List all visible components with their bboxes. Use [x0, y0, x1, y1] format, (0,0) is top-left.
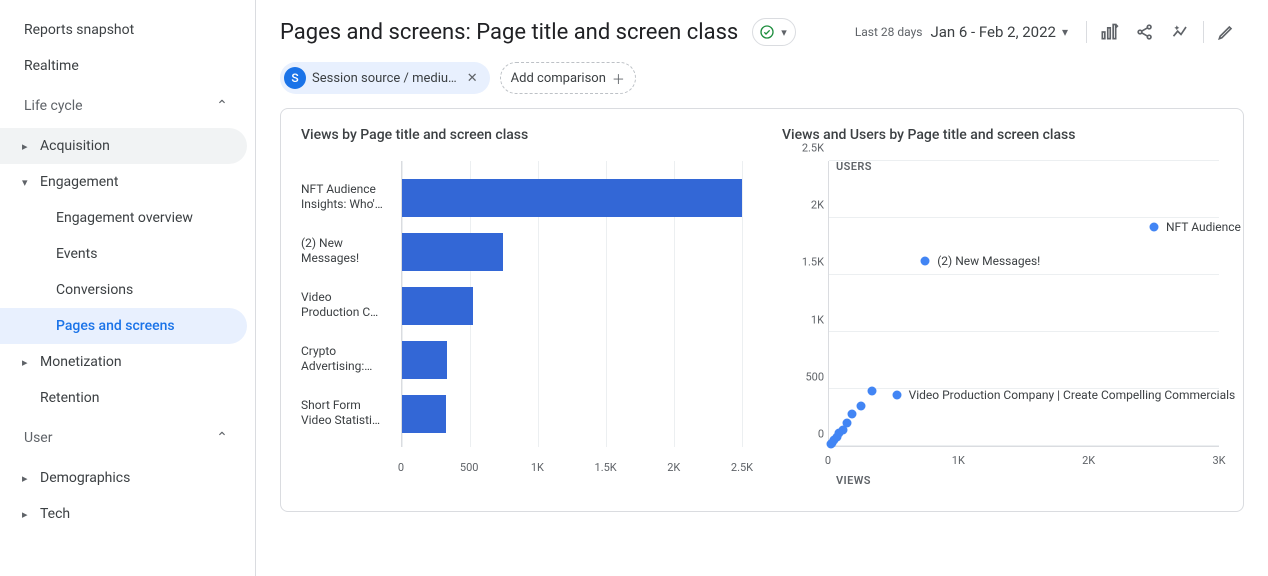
bar-x-tick: 1K — [531, 461, 544, 474]
sidebar-item-label: Engagement — [40, 174, 118, 190]
bar-category-label: (2) New Messages! — [301, 236, 397, 266]
scatter-chart[interactable]: USERS NFT Audience Insights: Who's Buyin… — [782, 161, 1223, 491]
bar-chart-panel: Views by Page title and screen class 0 50… — [281, 109, 762, 511]
sidebar-item-pages-and-screens[interactable]: Pages and screens — [0, 308, 247, 344]
sidebar-item-engagement-overview[interactable]: Engagement overview — [0, 200, 247, 236]
scatter-point[interactable] — [921, 257, 930, 266]
bar-x-tick: 2K — [667, 461, 680, 474]
bar[interactable] — [402, 395, 446, 433]
sidebar-item-label: Acquisition — [40, 138, 110, 154]
sidebar-section-label: Life cycle — [24, 98, 83, 114]
page-title: Pages and screens: Page title and screen… — [280, 20, 738, 45]
sidebar-section-label: User — [24, 430, 52, 446]
scatter-point[interactable] — [857, 402, 866, 411]
sidebar-item-engagement[interactable]: ▾ Engagement — [0, 164, 247, 200]
scatter-x-axis-label: VIEWS — [836, 474, 871, 487]
filter-chip-session-source-medium[interactable]: S Session source / mediu… ✕ — [280, 62, 490, 94]
sidebar-section-life-cycle[interactable]: Life cycle ⌃ — [0, 84, 247, 128]
bar-x-tick: 1.5K — [595, 461, 617, 474]
filter-chips: S Session source / mediu… ✕ Add comparis… — [256, 54, 1268, 108]
bar-category-label: NFT Audience Insights: Who'… — [301, 182, 397, 212]
bar[interactable] — [402, 233, 503, 271]
sidebar-item-reports-snapshot[interactable]: Reports snapshot — [0, 12, 247, 48]
scatter-y-tick: 1.5K — [782, 256, 824, 269]
scatter-x-tick: 1K — [952, 454, 965, 467]
scatter-point-label: NFT Audience Insights: Who's Buying N — [1166, 220, 1244, 234]
topbar: Pages and screens: Page title and screen… — [256, 0, 1268, 54]
customize-report-icon[interactable] — [1091, 14, 1127, 50]
bar-category-label: Crypto Advertising:… — [301, 344, 397, 374]
scatter-chart-panel: Views and Users by Page title and screen… — [762, 109, 1243, 511]
bar[interactable] — [402, 287, 473, 325]
scatter-y-tick: 500 — [782, 370, 824, 383]
filter-chip-label: Session source / mediu… — [312, 71, 457, 86]
scatter-point[interactable] — [848, 410, 857, 419]
share-icon[interactable] — [1127, 14, 1163, 50]
sidebar-section-user[interactable]: User ⌃ — [0, 416, 247, 460]
scatter-point[interactable] — [826, 440, 835, 449]
scatter-y-tick: 0 — [782, 428, 824, 441]
bar[interactable] — [402, 179, 742, 217]
caret-right-icon: ▸ — [22, 140, 28, 153]
scatter-x-tick: 0 — [825, 454, 831, 467]
scatter-point[interactable] — [1150, 223, 1159, 232]
add-comparison-label: Add comparison — [511, 71, 606, 86]
chevron-down-icon: ▾ — [781, 26, 787, 39]
edit-icon[interactable] — [1208, 14, 1244, 50]
scatter-x-tick: 2K — [1082, 454, 1095, 467]
sidebar-item-conversions[interactable]: Conversions — [0, 272, 247, 308]
caret-right-icon: ▸ — [22, 472, 28, 485]
sidebar-item-label: Monetization — [40, 354, 122, 370]
sidebar-item-events[interactable]: Events — [0, 236, 247, 272]
scatter-y-tick: 1K — [782, 313, 824, 326]
scatter-chart-title: Views and Users by Page title and screen… — [782, 127, 1223, 143]
sidebar-item-label: Retention — [40, 390, 100, 406]
sidebar-item-monetization[interactable]: ▸ Monetization — [0, 344, 247, 380]
caret-right-icon: ▸ — [22, 508, 28, 521]
scatter-y-tick: 2.5K — [782, 142, 824, 155]
scatter-point-label: (2) New Messages! — [937, 254, 1040, 268]
plus-icon: ＋ — [612, 69, 625, 88]
main: Pages and screens: Page title and screen… — [256, 0, 1268, 576]
charts-card: Views by Page title and screen class 0 50… — [280, 108, 1244, 512]
status-pill[interactable]: ▾ — [752, 18, 796, 46]
chevron-up-icon: ⌃ — [213, 98, 231, 114]
sidebar-item-demographics[interactable]: ▸ Demographics — [0, 460, 247, 496]
insights-icon[interactable] — [1163, 14, 1199, 50]
sidebar: Reports snapshot Realtime Life cycle ⌃ ▸… — [0, 0, 256, 576]
chevron-up-icon: ⌃ — [213, 430, 231, 446]
bar-category-label: Video Production C… — [301, 290, 397, 320]
sidebar-item-tech[interactable]: ▸ Tech — [0, 496, 247, 532]
date-range-value[interactable]: Jan 6 - Feb 2, 2022 — [930, 23, 1056, 41]
date-range-label: Last 28 days — [855, 25, 923, 39]
caret-down-icon: ▾ — [22, 176, 28, 189]
sidebar-item-retention[interactable]: Retention — [0, 380, 247, 416]
segment-badge: S — [284, 67, 306, 89]
bar-category-label: Short Form Video Statisti… — [301, 398, 397, 428]
chevron-down-icon[interactable]: ▾ — [1062, 25, 1068, 39]
separator — [1086, 21, 1087, 43]
scatter-point-label: Video Production Company | Create Compel… — [909, 388, 1236, 402]
scatter-x-tick: 3K — [1212, 454, 1225, 467]
bar-x-tick: 2.5K — [731, 461, 753, 474]
bar-x-tick: 500 — [460, 461, 479, 474]
add-comparison-button[interactable]: Add comparison ＋ — [500, 62, 636, 94]
sidebar-item-label: Tech — [40, 506, 70, 522]
close-icon[interactable]: ✕ — [463, 71, 482, 86]
sidebar-item-label: Demographics — [40, 470, 130, 486]
separator — [1203, 21, 1204, 43]
bar-chart[interactable]: 05001K1.5K2K2.5KNFT Audience Insights: W… — [301, 161, 742, 481]
scatter-point[interactable] — [892, 390, 901, 399]
check-circle-icon — [759, 24, 775, 40]
scatter-point[interactable] — [867, 387, 876, 396]
sidebar-item-acquisition[interactable]: ▸ Acquisition — [0, 128, 247, 164]
bar[interactable] — [402, 341, 447, 379]
scatter-y-tick: 2K — [782, 199, 824, 212]
bar-chart-title: Views by Page title and screen class — [301, 127, 742, 143]
bar-x-tick: 0 — [398, 461, 404, 474]
sidebar-item-realtime[interactable]: Realtime — [0, 48, 247, 84]
caret-right-icon: ▸ — [22, 356, 28, 369]
toolbar — [1082, 14, 1244, 50]
